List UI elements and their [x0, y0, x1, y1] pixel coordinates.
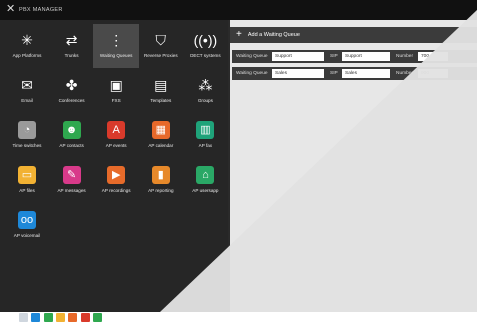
- waiting-queues-panel: + Add a Waiting Queue Waiting Queue Supp…: [230, 20, 477, 312]
- app-tile-label: AP files: [19, 188, 35, 193]
- app-tile-ap-usersapp[interactable]: ⌂ AP usersapp: [182, 159, 228, 203]
- queue-row-support[interactable]: Waiting Queue Support SIP Support Number…: [232, 50, 477, 63]
- ap-recordings-icon: ▶: [107, 166, 126, 184]
- app-tile-label: AP contacts: [59, 143, 84, 148]
- ap-fax-icon: ▥: [196, 121, 215, 139]
- number-label: Number: [396, 54, 414, 59]
- app-tile-ap-messages[interactable]: ✎ AP messages: [49, 159, 95, 203]
- app-tile-label: Trunks: [64, 53, 79, 58]
- app-tile-templates[interactable]: ▤ Templates: [138, 69, 184, 113]
- app-tile-label: Conferences: [58, 98, 85, 103]
- app-tile-label: AP reporting: [148, 188, 174, 193]
- app-tile-label: DECT systems: [190, 53, 221, 58]
- app-tile-time-switches[interactable]: ◔ Time switches: [4, 114, 50, 158]
- app-grid: ✳ App Platforms ⇄ Trunks ⋮ Waiting Queues ⛉ Rev…: [0, 20, 228, 312]
- title-bar: ✕ PBX MANAGER: [0, 0, 477, 20]
- app-tile-label: Time switches: [12, 143, 42, 148]
- queue-name-field[interactable]: Sales: [272, 69, 324, 78]
- templates-icon: ▤: [154, 77, 168, 93]
- sip-field[interactable]: Support: [342, 52, 390, 61]
- app-tile-ap-recordings[interactable]: ▶ AP recordings: [93, 159, 139, 203]
- sip-label: SIP: [330, 54, 338, 59]
- sip-label: SIP: [330, 71, 338, 76]
- trunks-icon: ⇄: [65, 32, 78, 48]
- ap-files-icon: ▭: [18, 166, 36, 184]
- email-icon: ✉: [21, 77, 33, 93]
- app-tile-label: Reverse Proxies: [143, 53, 178, 58]
- plus-icon: +: [236, 29, 242, 40]
- number-field[interactable]: 900: [418, 69, 448, 78]
- conferences-icon: ✤: [65, 77, 78, 93]
- add-waiting-queue-label: Add a Waiting Queue: [247, 32, 300, 38]
- taskbar-app-2-icon[interactable]: [31, 313, 41, 322]
- app-tile-label: AP usersapp: [192, 188, 219, 193]
- app-tile-groups[interactable]: ⁂ Groups: [182, 69, 228, 113]
- taskbar-app-3-icon[interactable]: [43, 313, 53, 322]
- sip-field[interactable]: Sales: [342, 69, 390, 78]
- app-tile-label: AP recordings: [101, 188, 131, 193]
- fxs-icon: ▣: [109, 77, 123, 93]
- app-platforms-icon: ✳: [21, 32, 33, 48]
- time-switches-icon: ◔: [18, 121, 36, 139]
- taskbar-app-4-icon[interactable]: [55, 313, 65, 322]
- taskbar-app-5-icon[interactable]: [68, 313, 78, 322]
- app-tile-label: AP calendar: [148, 143, 174, 148]
- app-tile-app-platforms[interactable]: ✳ App Platforms: [4, 24, 50, 68]
- app-tile-ap-files[interactable]: ▭ AP files: [4, 159, 50, 203]
- window-title: PBX MANAGER: [19, 7, 63, 13]
- app-tile-waiting-queues[interactable]: ⋮ Waiting Queues: [93, 24, 140, 68]
- app-tile-dect[interactable]: ((•)) DECT systems: [182, 24, 228, 68]
- taskbar-app-7-icon[interactable]: [92, 313, 102, 322]
- queue-label: Waiting Queue: [236, 54, 268, 59]
- ap-reporting-icon: ▮: [151, 166, 170, 184]
- app-tile-label: AP fax: [198, 143, 213, 148]
- taskbar-app-6-icon[interactable]: [80, 313, 90, 322]
- app-tile-label: FXS: [111, 98, 121, 103]
- queue-row-sales[interactable]: Waiting Queue Sales SIP Sales Number 900: [232, 67, 477, 80]
- ap-contacts-icon: ☻: [62, 121, 81, 139]
- app-tile-label: AP voicemail: [13, 233, 41, 238]
- app-tile-fxs[interactable]: ▣ FXS: [93, 69, 139, 113]
- app-tile-label: Templates: [150, 98, 172, 103]
- app-tile-label: AP events: [105, 143, 127, 148]
- app-tile-reverse-proxies[interactable]: ⛉ Reverse Proxies: [138, 24, 184, 68]
- queue-label: Waiting Queue: [236, 71, 268, 76]
- app-tile-ap-voicemail[interactable]: oo AP voicemail: [4, 204, 50, 248]
- ap-usersapp-icon: ⌂: [196, 166, 215, 184]
- queue-name-field[interactable]: Support: [272, 52, 324, 61]
- app-tile-ap-contacts[interactable]: ☻ AP contacts: [49, 114, 95, 158]
- app-tile-conferences[interactable]: ✤ Conferences: [49, 69, 95, 113]
- app-tile-label: App Platforms: [12, 53, 42, 58]
- app-tile-label: AP messages: [57, 188, 86, 193]
- app-tile-ap-fax[interactable]: ▥ AP fax: [182, 114, 228, 158]
- reverse-proxies-icon: ⛉: [155, 32, 167, 48]
- app-tile-ap-reporting[interactable]: ▮ AP reporting: [138, 159, 184, 203]
- app-tile-ap-calendar[interactable]: ▦ AP calendar: [138, 114, 184, 158]
- dect-icon: ((•)): [193, 32, 218, 48]
- waiting-queues-icon: ⋮: [109, 32, 124, 48]
- ap-calendar-icon: ▦: [151, 121, 170, 139]
- app-tile-label: Email: [21, 98, 33, 103]
- groups-icon: ⁂: [198, 77, 213, 93]
- taskbar: [0, 312, 477, 324]
- app-tile-label: Groups: [197, 98, 213, 103]
- app-tile-trunks[interactable]: ⇄ Trunks: [49, 24, 95, 68]
- number-label: Number: [396, 71, 414, 76]
- close-icon[interactable]: ✕: [6, 3, 16, 15]
- number-field[interactable]: 700: [418, 52, 448, 61]
- pbx-manager-window: ✕ PBX MANAGER ✳ App Platforms ⇄ Trunks ⋮ Wait…: [0, 0, 477, 324]
- app-tile-ap-events[interactable]: A AP events: [93, 114, 139, 158]
- ap-voicemail-icon: oo: [18, 211, 36, 229]
- app-tile-label: Waiting Queues: [99, 53, 133, 58]
- app-tile-email[interactable]: ✉ Email: [4, 69, 50, 113]
- ap-messages-icon: ✎: [62, 166, 81, 184]
- taskbar-app-1-icon[interactable]: [19, 313, 28, 322]
- ap-events-icon: A: [107, 121, 126, 139]
- panel-toolbar: + Add a Waiting Queue: [230, 27, 477, 43]
- add-waiting-queue-button[interactable]: + Add a Waiting Queue: [236, 29, 300, 41]
